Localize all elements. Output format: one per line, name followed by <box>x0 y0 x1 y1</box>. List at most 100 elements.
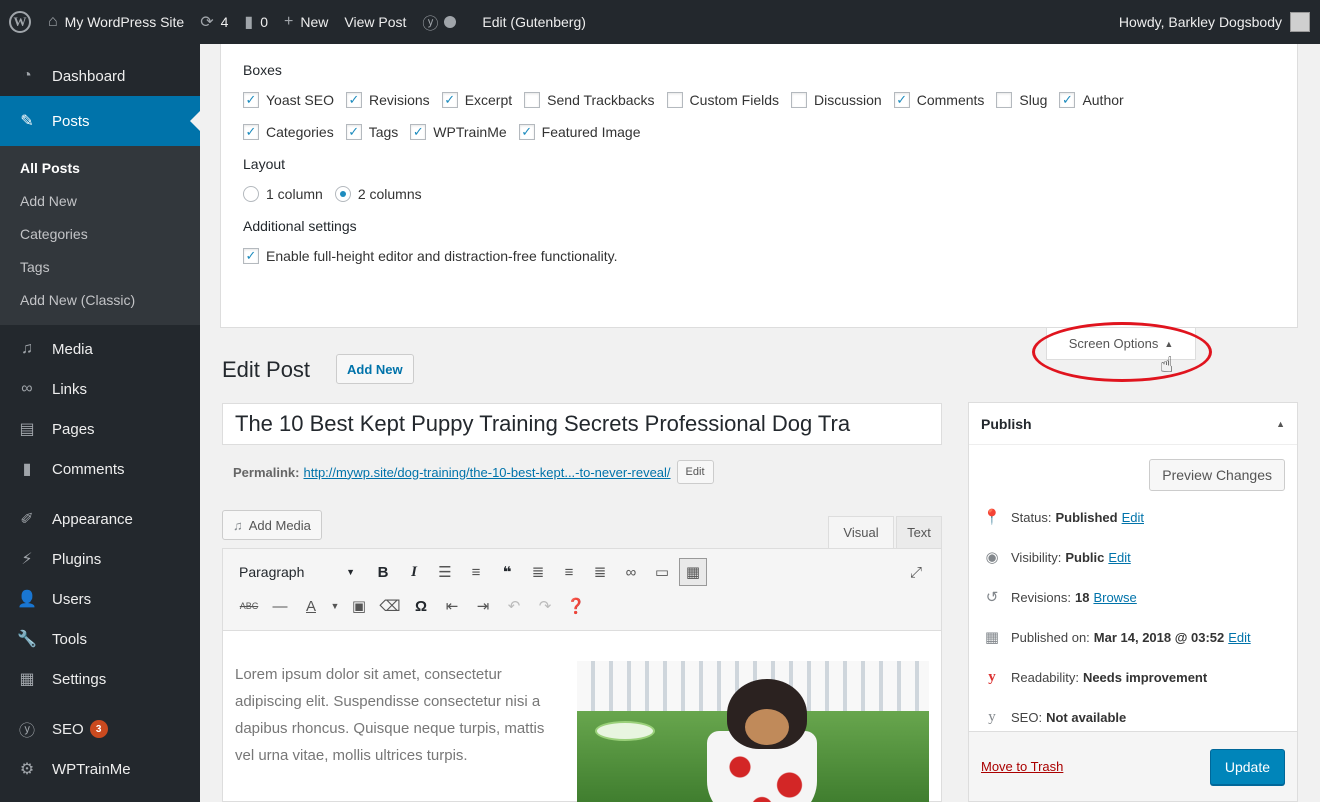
submenu-categories[interactable]: Categories <box>0 218 200 251</box>
permalink-url-link[interactable]: http://mywp.site/dog-training/the-10-bes… <box>303 465 670 480</box>
move-to-trash-link[interactable]: Move to Trash <box>981 759 1063 774</box>
updates-menu[interactable]: ⟳ 4 <box>192 0 236 44</box>
checkbox-categories[interactable]: ✓ Categories <box>243 124 334 140</box>
sidebar-item-links[interactable]: ∞ Links <box>0 369 200 409</box>
site-name-menu[interactable]: ⌂ My WordPress Site <box>40 0 192 44</box>
sidebar-item-pages[interactable]: ▤ Pages <box>0 409 200 449</box>
submenu-tags[interactable]: Tags <box>0 251 200 284</box>
italic-button[interactable]: I <box>400 558 428 586</box>
clear-formatting-button[interactable]: ⌫ <box>376 592 404 620</box>
edit-gutenberg-link[interactable]: Edit (Gutenberg) <box>474 0 594 44</box>
paste-as-text-button[interactable]: ▣ <box>345 592 373 620</box>
align-right-button[interactable]: ≣ <box>586 558 614 586</box>
edit-status-link[interactable]: Edit <box>1122 510 1144 525</box>
submenu-all-posts[interactable]: All Posts <box>0 152 200 185</box>
checkbox-full-height-editor[interactable]: ✓ Enable full-height editor and distracti… <box>243 248 618 264</box>
updates-icon: ⟳ <box>200 14 214 31</box>
permalink-row: Permalink: http://mywp.site/dog-training… <box>233 460 714 484</box>
radio-2-columns[interactable]: 2 columns <box>334 186 422 202</box>
insert-link-button[interactable]: ∞ <box>617 558 645 586</box>
yoast-seo-menu[interactable]: ⓨ <box>414 0 464 44</box>
checkbox-custom-fields[interactable]: Custom Fields <box>666 92 779 108</box>
checkbox-tags[interactable]: ✓ Tags <box>345 124 398 140</box>
editor-content-area[interactable]: Lorem ipsum dolor sit amet, consectetur … <box>223 631 941 802</box>
format-select[interactable]: Paragraph ▼ <box>231 558 363 586</box>
media-icon: ♫ <box>233 517 243 533</box>
checkbox-yoast-seo[interactable]: ✓ Yoast SEO <box>243 92 334 108</box>
permalink-edit-button[interactable]: Edit <box>676 460 714 484</box>
toolbar-row-2: ABC — A ▼ ▣ ⌫ Ω ⇤ ⇥ ↶ ↷ ❓ <box>231 589 933 623</box>
sidebar-item-seo[interactable]: ⓨ SEO 3 <box>0 709 200 749</box>
redo-button[interactable]: ↷ <box>531 592 559 620</box>
checkbox-label: Yoast SEO <box>266 92 334 108</box>
caret-up-icon[interactable]: ▲ <box>1276 419 1285 429</box>
view-post-link[interactable]: View Post <box>336 0 414 44</box>
my-account-menu[interactable]: Howdy, Barkley Dogsbody <box>1111 0 1320 44</box>
browse-revisions-link[interactable]: Browse <box>1093 590 1136 605</box>
add-new-post-button[interactable]: Add New <box>336 354 414 384</box>
new-content-menu[interactable]: + New <box>276 0 336 44</box>
checkbox-excerpt[interactable]: ✓ Excerpt <box>441 92 513 108</box>
sidebar-item-appearance[interactable]: ✐ Appearance <box>0 499 200 539</box>
post-title-input[interactable]: The 10 Best Kept Puppy Training Secrets … <box>222 403 942 445</box>
special-character-button[interactable]: Ω <box>407 592 435 620</box>
visibility-row: ◉ Visibility: Public Edit <box>969 537 1297 577</box>
bold-button[interactable]: B <box>369 558 397 586</box>
submenu-add-new-classic[interactable]: Add New (Classic) <box>0 284 200 317</box>
checkbox-checked-icon: ✓ <box>518 124 535 140</box>
toolbar-toggle-button[interactable]: ▦ <box>679 558 707 586</box>
radio-1-column[interactable]: 1 column <box>243 186 323 202</box>
sidebar-item-comments[interactable]: ▮ Comments <box>0 449 200 489</box>
sidebar-item-settings[interactable]: ▦ Settings <box>0 659 200 699</box>
checkbox-author[interactable]: ✓ Author <box>1059 92 1124 108</box>
sidebar-item-posts[interactable]: ✎ Posts <box>0 96 200 146</box>
read-more-button[interactable]: ▭ <box>648 558 676 586</box>
sidebar-item-users[interactable]: 👤 Users <box>0 579 200 619</box>
sidebar-item-wptrainme[interactable]: ⚙ WPTrainMe <box>0 749 200 789</box>
wordpress-logo-icon: W <box>9 11 31 33</box>
submenu-add-new[interactable]: Add New <box>0 185 200 218</box>
edit-visibility-link[interactable]: Edit <box>1108 550 1130 565</box>
publish-header[interactable]: Publish ▲ <box>969 403 1297 445</box>
bulleted-list-button[interactable]: ☰ <box>431 558 459 586</box>
distraction-free-button[interactable]: ⤢ <box>902 558 930 586</box>
checkbox-send-trackbacks[interactable]: Send Trackbacks <box>524 92 655 108</box>
sidebar-item-media[interactable]: ♫ Media <box>0 329 200 369</box>
checkbox-wptrainme[interactable]: ✓ WPTrainMe <box>410 124 507 140</box>
sidebar-item-dashboard[interactable]: ◔ Dashboard <box>0 56 200 96</box>
increase-indent-button[interactable]: ⇥ <box>469 592 497 620</box>
checkbox-featured-image[interactable]: ✓ Featured Image <box>518 124 641 140</box>
pointer-hand-icon: ☝ <box>1160 352 1174 377</box>
media-icon: ♫ <box>21 340 33 357</box>
checkbox-discussion[interactable]: Discussion <box>791 92 882 108</box>
sidebar-item-plugins[interactable]: ⚡ Plugins <box>0 539 200 579</box>
add-media-button[interactable]: ♫ Add Media <box>222 510 322 540</box>
help-button[interactable]: ❓ <box>562 592 590 620</box>
tab-text[interactable]: Text <box>896 516 942 548</box>
tab-visual[interactable]: Visual <box>828 516 894 548</box>
decrease-indent-button[interactable]: ⇤ <box>438 592 466 620</box>
toolbar-row-1: Paragraph ▼ B I ☰ ≡ ❝ ≣ ≡ ≣ ∞ ▭ ▦ ⤢ <box>231 555 933 589</box>
checkbox-label: Excerpt <box>464 92 513 108</box>
align-left-button[interactable]: ≣ <box>524 558 552 586</box>
checkbox-checked-icon: ✓ <box>1059 92 1076 108</box>
undo-button[interactable]: ↶ <box>500 592 528 620</box>
comments-menu[interactable]: ▮ 0 <box>236 0 276 44</box>
checkbox-slug[interactable]: Slug <box>996 92 1047 108</box>
align-center-button[interactable]: ≡ <box>555 558 583 586</box>
sidebar-item-tools[interactable]: 🔧 Tools <box>0 619 200 659</box>
caret-down-icon[interactable]: ▼ <box>328 592 342 620</box>
wordpress-logo-menu[interactable]: W <box>0 0 40 44</box>
numbered-list-button[interactable]: ≡ <box>462 558 490 586</box>
update-button[interactable]: Update <box>1209 748 1285 785</box>
checkbox-revisions[interactable]: ✓ Revisions <box>345 92 430 108</box>
text-color-button[interactable]: A <box>297 592 325 620</box>
preview-changes-button[interactable]: Preview Changes <box>1149 459 1285 491</box>
puppy-in-cup-image[interactable] <box>577 661 929 802</box>
horizontal-line-button[interactable]: — <box>266 592 294 620</box>
edit-date-link[interactable]: Edit <box>1228 630 1250 645</box>
blockquote-button[interactable]: ❝ <box>493 558 521 586</box>
strikethrough-button[interactable]: ABC <box>235 592 263 620</box>
checkbox-comments[interactable]: ✓ Comments <box>893 92 984 108</box>
home-icon: ⌂ <box>48 13 58 30</box>
